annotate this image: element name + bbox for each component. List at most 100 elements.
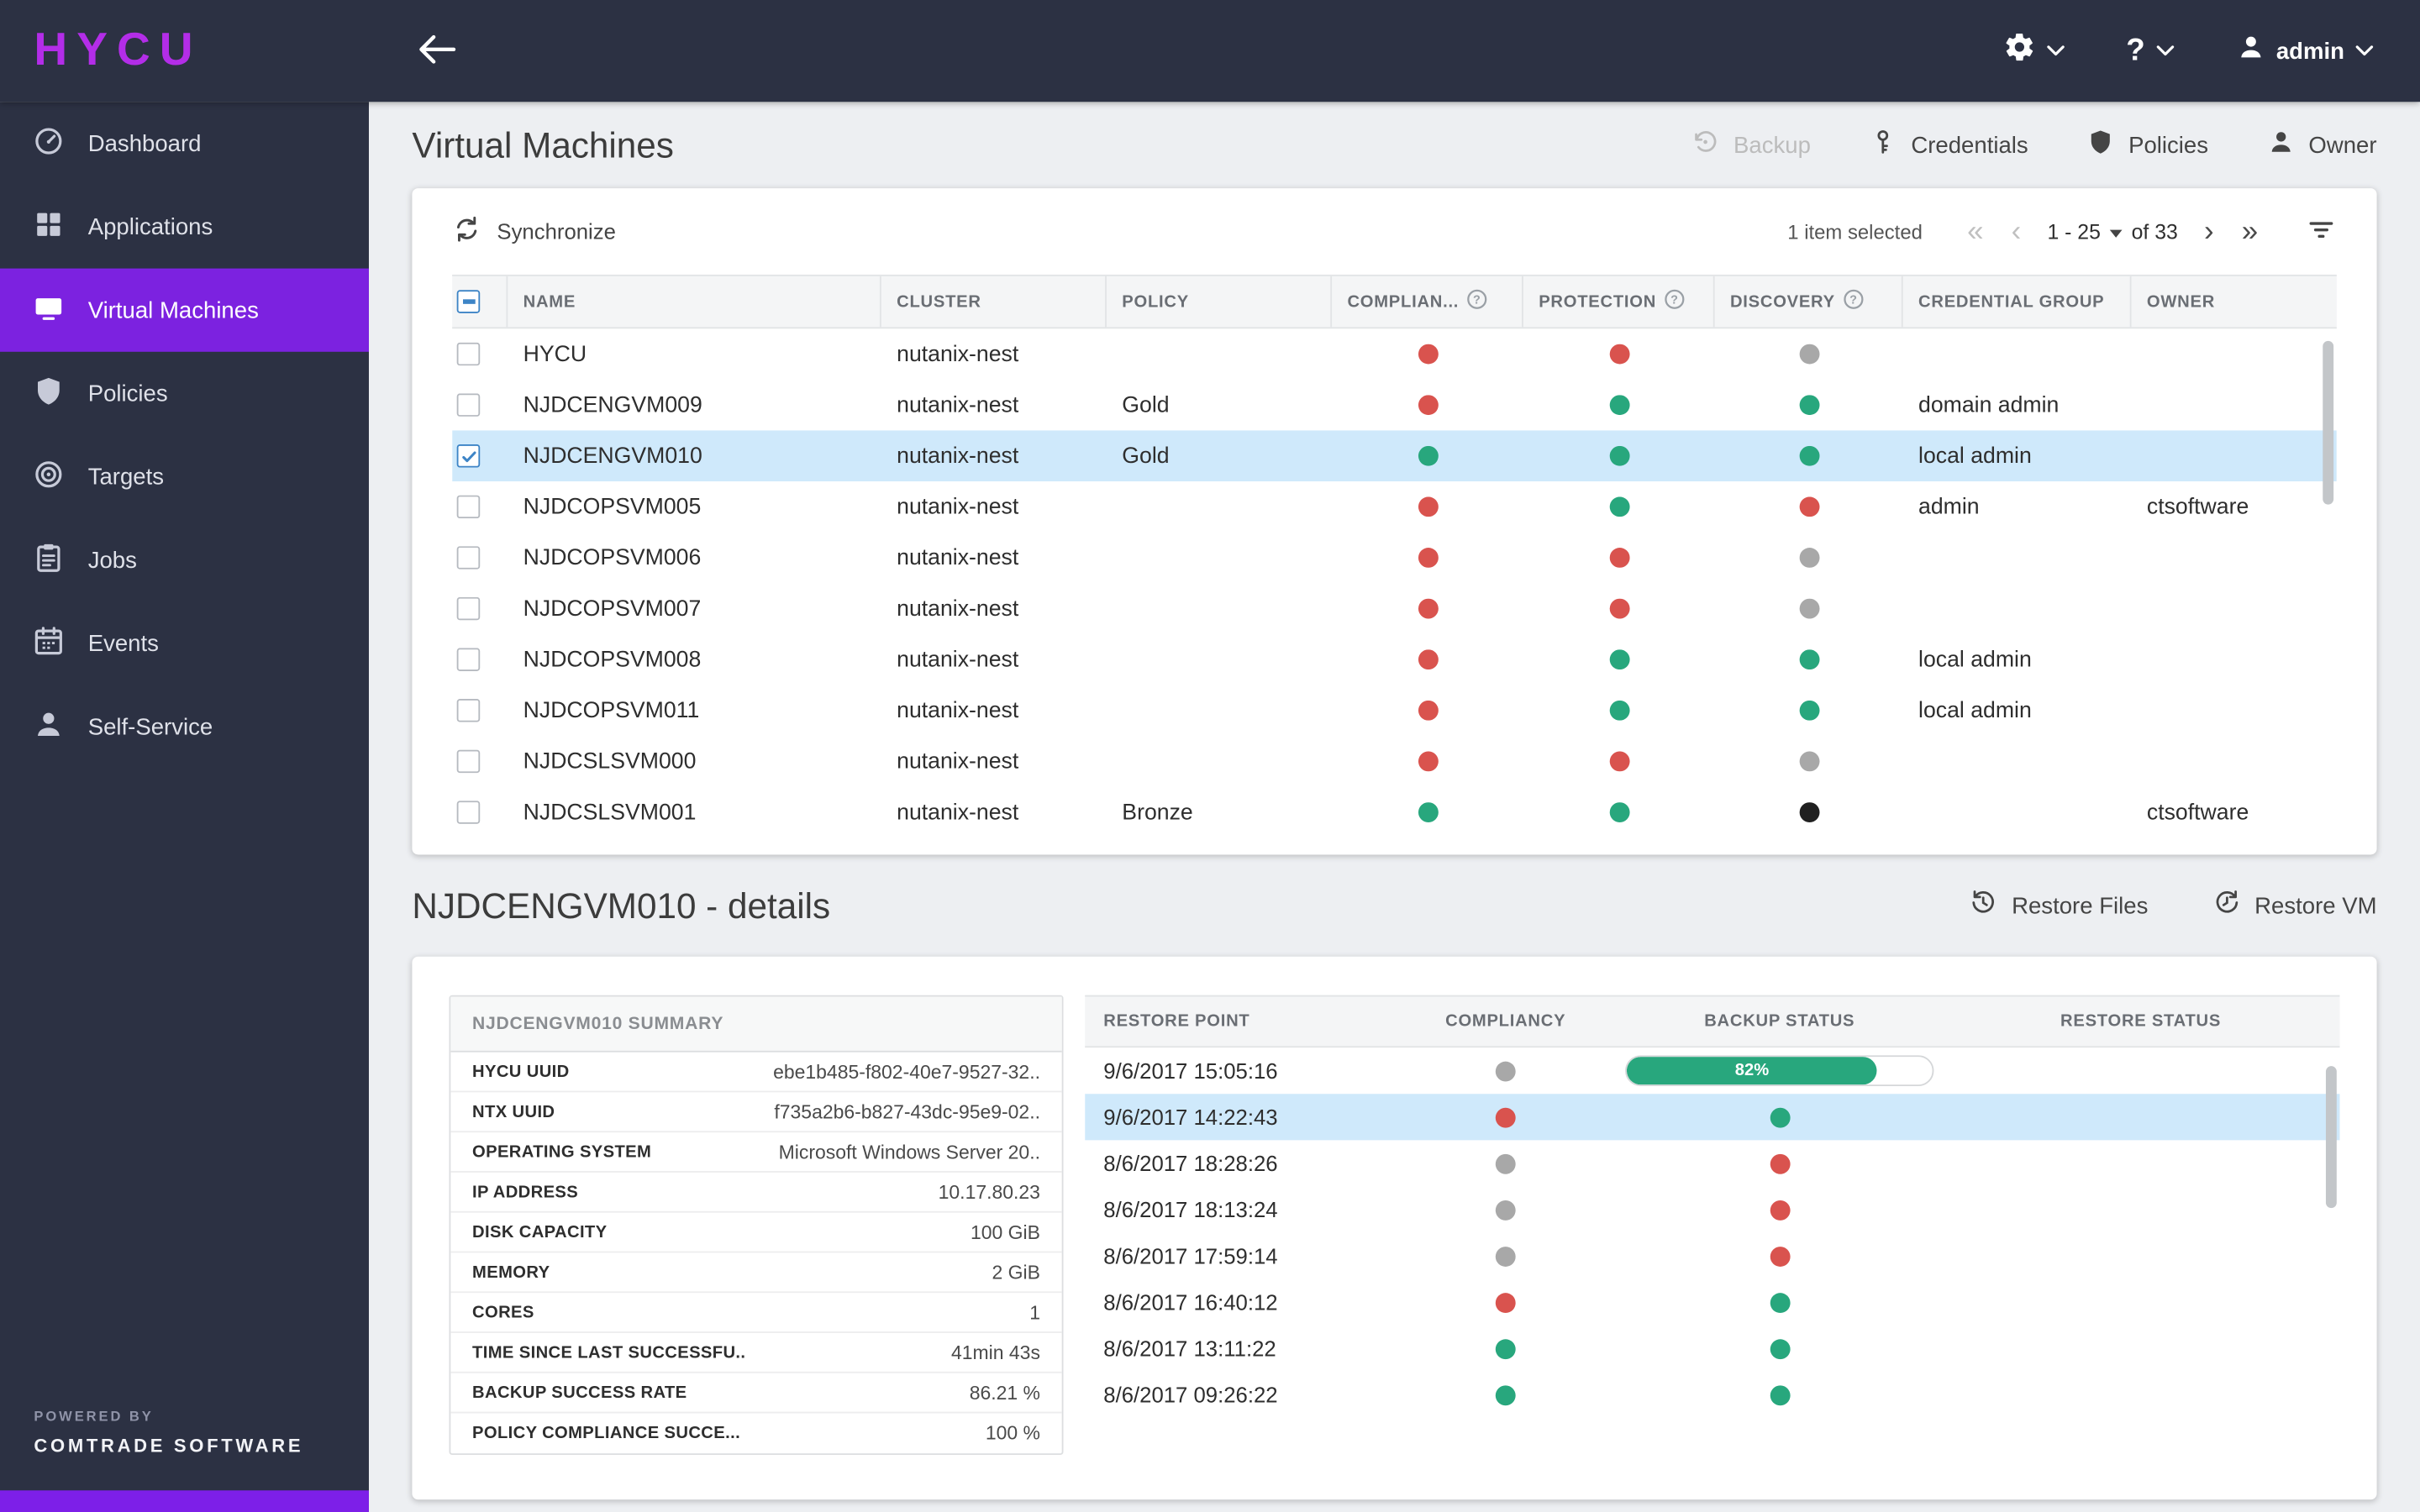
status-dot-gray: [1798, 751, 1819, 772]
restore-table-scrollbar[interactable]: [2325, 1066, 2337, 1209]
restore-vm-button[interactable]: Restore VM: [2213, 889, 2377, 922]
header-cell-protection[interactable]: PROTECTION ?: [1523, 276, 1715, 328]
sidebar-item-applications[interactable]: Applications: [0, 185, 369, 268]
cell-select: [452, 699, 508, 722]
vm-credential-group: local admin: [1918, 647, 2032, 672]
gear-icon: [2002, 31, 2035, 71]
row-checkbox[interactable]: [456, 699, 481, 722]
help-circle-icon[interactable]: ?: [1664, 288, 1686, 314]
user-name: admin: [2275, 38, 2345, 65]
restore-points-panel: RESTORE POINT COMPLIANCY BACKUP STATUS R…: [1085, 995, 2340, 1462]
vm-table-row[interactable]: NJDCOPSVM011 nutanix-nest local admin: [452, 685, 2337, 737]
header-cell-discovery[interactable]: DISCOVERY ?: [1715, 276, 1903, 328]
row-checkbox[interactable]: [456, 342, 481, 366]
sidebar-item-jobs[interactable]: Jobs: [0, 518, 369, 601]
vm-name: HYCU: [523, 341, 587, 367]
row-checkbox[interactable]: [456, 444, 481, 468]
next-page-button[interactable]: ›: [2196, 217, 2222, 246]
vm-table-row[interactable]: NJDCENGVM009 nutanix-nest Gold domain admin: [452, 380, 2337, 431]
restore-point-row[interactable]: 8/6/2017 18:28:26: [1085, 1140, 2339, 1186]
sidebar-item-events[interactable]: Events: [0, 601, 369, 685]
restore-files-button[interactable]: Restore Files: [1970, 889, 2148, 922]
header-cell-owner[interactable]: OWNER: [2132, 276, 2337, 328]
restore-point-row[interactable]: 9/6/2017 15:05:16 82%: [1085, 1047, 2339, 1094]
vm-owner: ctsoftware: [2146, 494, 2249, 520]
user-menu[interactable]: admin: [2236, 33, 2374, 70]
back-button[interactable]: [417, 32, 457, 71]
sidebar-item-label: Policies: [87, 380, 168, 407]
vm-cluster: nutanix-nest: [897, 341, 1019, 367]
sidebar-item-label: Events: [87, 630, 159, 657]
restore-point-row[interactable]: 8/6/2017 17:59:14: [1085, 1233, 2339, 1279]
vm-table-row[interactable]: NJDCOPSVM006 nutanix-nest: [452, 533, 2337, 584]
vm-table-row[interactable]: NJDCENGVM010 nutanix-nest Gold local admin: [452, 430, 2337, 482]
sidebar-item-dashboard[interactable]: Dashboard: [0, 102, 369, 185]
chevron-down-icon: [2046, 37, 2065, 65]
restore-vm-icon: [2213, 889, 2241, 922]
help-menu[interactable]: ?: [2126, 35, 2174, 66]
status-dot-green: [1769, 1338, 1790, 1359]
row-checkbox[interactable]: [456, 749, 481, 774]
back-arrow-icon: [417, 32, 457, 71]
status-dot-red: [1418, 598, 1438, 619]
row-checkbox[interactable]: [456, 648, 481, 671]
sidebar-item-targets[interactable]: Targets: [0, 435, 369, 518]
help-circle-icon[interactable]: ?: [1843, 288, 1865, 314]
help-circle-icon[interactable]: ?: [1466, 288, 1488, 314]
row-checkbox[interactable]: [456, 393, 481, 417]
vm-compliancy-cell: [1332, 700, 1523, 721]
restore-point-row[interactable]: 9/6/2017 14:22:43: [1085, 1094, 2340, 1141]
status-dot-red: [1608, 548, 1629, 568]
restore-backup-status-cell: [1618, 1338, 1942, 1359]
restore-point-row[interactable]: 8/6/2017 18:13:24: [1085, 1186, 2339, 1232]
header-cell-compliancy[interactable]: COMPLIAN... ?: [1332, 276, 1523, 328]
filter-button[interactable]: [2306, 213, 2337, 249]
vm-protection-cell: [1523, 344, 1715, 365]
last-page-button[interactable]: »: [2234, 217, 2266, 246]
previous-page-button[interactable]: ‹: [2003, 217, 2028, 246]
header-cell-backup-status: BACKUP STATUS: [1704, 1011, 1855, 1031]
select-all-checkbox[interactable]: [456, 290, 481, 313]
restore-point-row[interactable]: 8/6/2017 13:11:22: [1085, 1326, 2339, 1372]
restore-point-row[interactable]: 8/6/2017 16:40:12: [1085, 1279, 2339, 1326]
row-checkbox[interactable]: [456, 801, 481, 824]
vm-table-row[interactable]: NJDCOPSVM005 nutanix-nest admin ctsoftware: [452, 481, 2337, 533]
row-checkbox[interactable]: [456, 546, 481, 570]
status-dot-red: [1608, 751, 1629, 772]
status-dot-green: [1608, 395, 1629, 416]
restore-point-row[interactable]: 8/6/2017 09:26:22: [1085, 1372, 2339, 1418]
sidebar-item-self-service[interactable]: Self-Service: [0, 685, 369, 769]
status-dot-gray: [1495, 1246, 1516, 1267]
header-cell-policy[interactable]: POLICY: [1107, 276, 1333, 328]
summary-label: POLICY COMPLIANCE SUCCE...: [472, 1424, 741, 1443]
sidebar-item-virtual-machines[interactable]: Virtual Machines: [0, 268, 369, 352]
header-cell-compliancy: COMPLIANCY: [1445, 1011, 1566, 1031]
vm-table-row[interactable]: NJDCOPSVM007 nutanix-nest: [452, 583, 2337, 634]
row-checkbox[interactable]: [456, 596, 481, 621]
page-size-dropdown[interactable]: 1 - 25 of 33: [2047, 220, 2177, 244]
vm-table-row[interactable]: NJDCSLSVM000 nutanix-nest: [452, 736, 2337, 787]
policies-button[interactable]: Policies: [2086, 128, 2208, 161]
credentials-button[interactable]: Credentials: [1870, 128, 2028, 161]
synchronize-button[interactable]: Synchronize: [452, 214, 616, 248]
first-page-button[interactable]: «: [1960, 217, 1991, 246]
sidebar-item-policies[interactable]: Policies: [0, 352, 369, 435]
header-cell-credential-group[interactable]: CREDENTIAL GROUP: [1903, 276, 2132, 328]
owner-button[interactable]: Owner: [2267, 128, 2377, 161]
status-dot-red: [1418, 751, 1438, 772]
header-cell-name[interactable]: NAME: [508, 276, 881, 328]
restore-compliancy-cell: [1394, 1292, 1618, 1313]
header-cell-cluster[interactable]: CLUSTER: [881, 276, 1107, 328]
restore-table-header: RESTORE POINT COMPLIANCY BACKUP STATUS R…: [1085, 995, 2340, 1048]
vm-table-row[interactable]: NJDCSLSVM001 nutanix-nest Bronze ctsoftware: [452, 787, 2337, 838]
row-checkbox[interactable]: [456, 495, 481, 519]
vm-table-row[interactable]: NJDCOPSVM008 nutanix-nest local admin: [452, 634, 2337, 685]
status-dot-red: [1418, 395, 1438, 416]
vm-name: NJDCSLSVM000: [523, 748, 697, 774]
settings-menu[interactable]: [2002, 31, 2065, 71]
vm-discovery-cell: [1715, 649, 1903, 670]
vm-table-scrollbar[interactable]: [2323, 340, 2334, 505]
vm-table-row[interactable]: HYCU nutanix-nest: [452, 328, 2337, 380]
backup-button[interactable]: Backup: [1691, 128, 1811, 161]
column-label: POLICY: [1122, 292, 1189, 312]
